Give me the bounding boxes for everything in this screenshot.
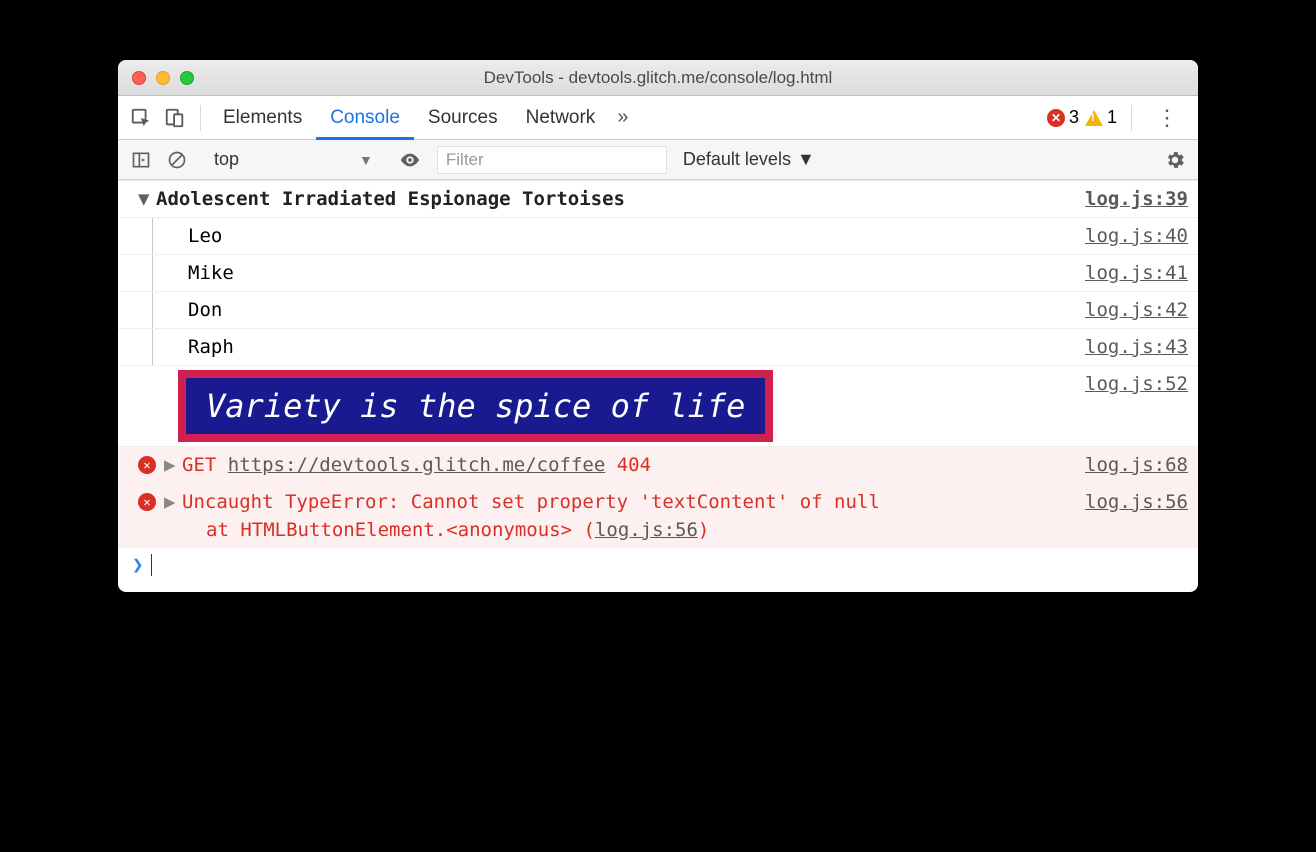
input-caret bbox=[151, 554, 152, 576]
status-area: ✕ 3 1 ⋮ bbox=[1047, 105, 1192, 131]
console-output: ▼ Adolescent Irradiated Espionage Tortoi… bbox=[118, 180, 1198, 592]
console-log-row: Leo log.js:40 bbox=[118, 217, 1198, 254]
console-log-row: Mike log.js:41 bbox=[118, 254, 1198, 291]
log-text: Leo bbox=[188, 222, 222, 250]
source-link[interactable]: log.js:52 bbox=[1065, 370, 1188, 398]
inspect-element-icon[interactable] bbox=[124, 101, 158, 135]
filter-input[interactable] bbox=[437, 146, 667, 174]
error-url-link[interactable]: https://devtools.glitch.me/coffee bbox=[228, 454, 606, 476]
zoom-window-button[interactable] bbox=[180, 71, 194, 85]
console-group-header[interactable]: ▼ Adolescent Irradiated Espionage Tortoi… bbox=[118, 180, 1198, 217]
live-expression-icon[interactable] bbox=[395, 145, 425, 175]
context-label: top bbox=[214, 149, 239, 170]
error-count-badge[interactable]: ✕ 3 bbox=[1047, 107, 1079, 128]
tab-sources[interactable]: Sources bbox=[414, 96, 512, 140]
log-text: Don bbox=[188, 296, 222, 324]
console-settings-icon[interactable] bbox=[1160, 145, 1190, 175]
separator bbox=[1131, 105, 1132, 131]
console-prompt[interactable]: ❯ bbox=[118, 548, 1198, 592]
styled-log-text: Variety is the spice of life bbox=[178, 370, 773, 442]
window-title: DevTools - devtools.glitch.me/console/lo… bbox=[118, 68, 1198, 88]
console-log-row: Don log.js:42 bbox=[118, 291, 1198, 328]
error-message: Uncaught TypeError: Cannot set property … bbox=[182, 488, 1065, 516]
traffic-lights bbox=[118, 71, 194, 85]
source-link[interactable]: log.js:40 bbox=[1065, 222, 1188, 250]
source-link[interactable]: log.js:56 bbox=[1065, 488, 1188, 516]
warning-count-badge[interactable]: 1 bbox=[1085, 107, 1117, 128]
log-levels-selector[interactable]: Default levels ▼ bbox=[683, 149, 815, 170]
group-title: Adolescent Irradiated Espionage Tortoise… bbox=[156, 185, 625, 213]
console-toolbar: top ▼ Default levels ▼ bbox=[118, 140, 1198, 180]
disclosure-triangle-icon[interactable]: ▶ bbox=[164, 451, 182, 479]
http-method: GET bbox=[182, 454, 216, 476]
more-options-icon[interactable]: ⋮ bbox=[1146, 105, 1188, 131]
disclosure-triangle-icon[interactable]: ▶ bbox=[164, 488, 182, 516]
console-log-row: Raph log.js:43 bbox=[118, 328, 1198, 365]
tab-elements[interactable]: Elements bbox=[209, 96, 316, 140]
chevron-down-icon: ▼ bbox=[359, 152, 373, 168]
devtools-tabbar: Elements Console Sources Network » ✕ 3 1… bbox=[118, 96, 1198, 140]
minimize-window-button[interactable] bbox=[156, 71, 170, 85]
clear-console-icon[interactable] bbox=[162, 145, 192, 175]
tabs-overflow-button[interactable]: » bbox=[609, 106, 636, 129]
separator bbox=[200, 105, 201, 131]
warning-icon bbox=[1085, 110, 1103, 126]
console-error-row: ✕ ▶ Uncaught TypeError: Cannot set prope… bbox=[118, 483, 1198, 548]
stack-source-link[interactable]: log.js:56 bbox=[595, 519, 698, 541]
error-count: 3 bbox=[1069, 107, 1079, 128]
chevron-down-icon: ▼ bbox=[797, 149, 815, 170]
prompt-chevron-icon: ❯ bbox=[132, 554, 143, 576]
tab-console[interactable]: Console bbox=[316, 96, 414, 140]
log-text: Mike bbox=[188, 259, 234, 287]
source-link[interactable]: log.js:68 bbox=[1065, 451, 1188, 479]
titlebar: DevTools - devtools.glitch.me/console/lo… bbox=[118, 60, 1198, 96]
source-link[interactable]: log.js:41 bbox=[1065, 259, 1188, 287]
http-status: 404 bbox=[617, 454, 651, 476]
execution-context-selector[interactable]: top ▼ bbox=[204, 149, 383, 170]
source-link[interactable]: log.js:42 bbox=[1065, 296, 1188, 324]
console-error-row: ✕ ▶ GET https://devtools.glitch.me/coffe… bbox=[118, 446, 1198, 483]
devtools-window: DevTools - devtools.glitch.me/console/lo… bbox=[118, 60, 1198, 592]
stack-frame: at HTMLButtonElement.<anonymous> (log.js… bbox=[182, 516, 1065, 544]
console-styled-row: Variety is the spice of life log.js:52 bbox=[118, 365, 1198, 446]
toggle-console-sidebar-icon[interactable] bbox=[126, 145, 156, 175]
disclosure-triangle-icon[interactable]: ▼ bbox=[138, 185, 156, 213]
log-text: Raph bbox=[188, 333, 234, 361]
device-toolbar-icon[interactable] bbox=[158, 101, 192, 135]
error-icon: ✕ bbox=[138, 456, 156, 474]
levels-label: Default levels bbox=[683, 149, 791, 170]
error-icon: ✕ bbox=[138, 493, 156, 511]
tab-network[interactable]: Network bbox=[512, 96, 610, 140]
source-link[interactable]: log.js:39 bbox=[1065, 185, 1188, 213]
source-link[interactable]: log.js:43 bbox=[1065, 333, 1188, 361]
error-icon: ✕ bbox=[1047, 109, 1065, 127]
close-window-button[interactable] bbox=[132, 71, 146, 85]
warning-count: 1 bbox=[1107, 107, 1117, 128]
